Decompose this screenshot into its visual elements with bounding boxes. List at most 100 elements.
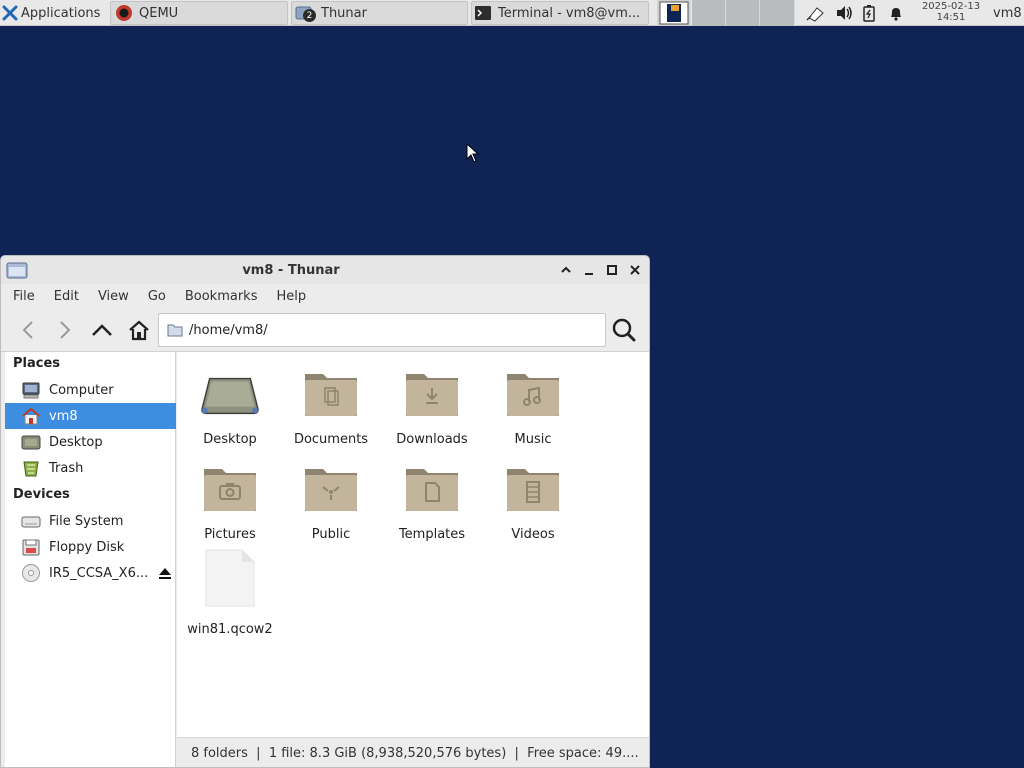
group-count-badge: 2 <box>303 9 316 22</box>
home-icon <box>129 320 149 341</box>
workspace-4[interactable] <box>760 0 795 26</box>
close-icon <box>630 265 640 275</box>
sidebar-item-desktop[interactable]: Desktop <box>5 429 176 455</box>
mouse-cursor-icon <box>466 143 480 163</box>
search-button[interactable] <box>609 315 639 345</box>
music-folder-icon <box>503 362 563 418</box>
title-bar[interactable]: vm8 - Thunar <box>1 256 649 284</box>
back-button[interactable] <box>14 315 44 345</box>
file-item[interactable]: Music <box>483 362 583 454</box>
maximize-icon <box>607 265 617 275</box>
task-label: Thunar <box>321 5 367 21</box>
applications-label: Applications <box>21 5 101 21</box>
applications-menu[interactable]: Applications ⋮ <box>2 0 108 26</box>
notification-bell-icon[interactable] <box>888 5 904 21</box>
task-terminal[interactable]: Terminal - vm8@vm... <box>471 1 649 25</box>
menu-edit[interactable]: Edit <box>42 289 86 304</box>
desktop-icon <box>21 432 41 452</box>
window-title: vm8 - Thunar <box>242 262 340 278</box>
menu-go[interactable]: Go <box>136 289 173 304</box>
thunar-group-icon: 2 <box>295 4 316 22</box>
file-item[interactable]: Videos <box>483 457 583 549</box>
file-item[interactable]: Documents <box>281 362 381 454</box>
public-folder-icon <box>301 457 361 513</box>
terminal-icon <box>474 4 492 22</box>
file-name: Desktop <box>203 432 257 447</box>
file-name: Videos <box>511 527 555 542</box>
file-name: Music <box>514 432 552 447</box>
file-item[interactable]: Public <box>281 457 381 549</box>
sidebar-item-label: Trash <box>49 460 84 476</box>
menu-help[interactable]: Help <box>264 289 313 304</box>
file-item[interactable]: Pictures <box>180 457 280 549</box>
menu-view[interactable]: View <box>86 289 136 304</box>
sidebar-item-vm8[interactable]: vm8 <box>5 403 176 429</box>
file-name: Downloads <box>396 432 468 447</box>
home-button[interactable] <box>124 315 154 345</box>
network-icon[interactable] <box>806 4 826 22</box>
parent-folder-button[interactable] <box>87 315 117 345</box>
file-name: Pictures <box>204 527 256 542</box>
arrow-up-icon <box>92 324 112 336</box>
search-icon <box>612 318 636 342</box>
sidebar-item-label: Floppy Disk <box>49 539 125 555</box>
workspace-3[interactable] <box>726 0 760 26</box>
minimize-button[interactable] <box>580 261 598 279</box>
roll-up-button[interactable] <box>557 261 575 279</box>
file-icon <box>200 549 260 608</box>
location-bar[interactable]: /home/vm8/ <box>158 313 606 347</box>
sidebar-item-trash[interactable]: Trash <box>5 455 176 481</box>
file-item[interactable]: Templates <box>382 457 482 549</box>
battery-icon[interactable] <box>862 4 876 22</box>
sidebar-item-computer[interactable]: Computer <box>5 377 176 403</box>
devices-header: Devices <box>13 487 70 502</box>
file-name: Templates <box>398 527 466 542</box>
qemu-icon <box>115 4 133 22</box>
chevron-up-icon <box>561 266 571 273</box>
videos-folder-icon <box>503 457 563 513</box>
file-item[interactable]: Downloads <box>382 362 482 454</box>
user-menu[interactable]: vm8 <box>993 0 1024 26</box>
task-qemu[interactable]: QEMU <box>110 1 288 25</box>
optical-disc-icon <box>21 563 41 583</box>
clock[interactable]: 2025-02-13 14:51 <box>914 1 988 25</box>
file-item[interactable]: Desktop <box>180 362 280 454</box>
volume-icon[interactable] <box>835 5 853 21</box>
close-button[interactable] <box>626 261 644 279</box>
file-name: Public <box>311 527 351 542</box>
clock-time: 14:51 <box>936 12 966 23</box>
sidebar-item-label: Computer <box>49 382 114 398</box>
sidebar-item-optical-disc[interactable]: IR5_CCSA_X6... <box>5 560 176 586</box>
thunar-window: vm8 - Thunar File Edit View Go Bookmarks… <box>0 255 650 768</box>
location-path: /home/vm8/ <box>189 322 268 338</box>
computer-icon <box>21 380 41 400</box>
task-thunar[interactable]: 2 Thunar <box>291 1 468 25</box>
user-name: vm8 <box>993 5 1022 21</box>
eject-icon[interactable] <box>158 565 172 581</box>
workspace-thumbnail-icon <box>659 1 689 25</box>
places-header: Places <box>13 356 61 371</box>
file-item[interactable]: win81.qcow2 <box>180 549 280 644</box>
menu-bar: File Edit View Go Bookmarks Help <box>1 284 649 308</box>
workspace-1[interactable] <box>657 0 691 26</box>
menu-file[interactable]: File <box>1 289 42 304</box>
maximize-button[interactable] <box>603 261 621 279</box>
pictures-folder-icon <box>200 457 260 513</box>
file-name: win81.qcow2 <box>187 622 273 637</box>
workspace-2[interactable] <box>692 0 726 26</box>
forward-button[interactable] <box>49 315 79 345</box>
sidebar-item-file-system[interactable]: File System <box>5 508 176 534</box>
templates-folder-icon <box>402 457 462 513</box>
file-icon-view[interactable]: Desktop Documents Downloads Music Pictur… <box>177 352 649 737</box>
arrow-left-icon <box>22 321 33 339</box>
floppy-icon <box>21 537 41 557</box>
desktop-folder-icon <box>200 362 260 418</box>
arrow-right-icon <box>60 321 71 339</box>
menu-bookmarks[interactable]: Bookmarks <box>173 289 265 304</box>
documents-folder-icon <box>301 362 361 418</box>
home-icon <box>21 406 41 426</box>
sidebar: Places Computer vm8 Desktop Trash Device… <box>5 352 176 767</box>
sidebar-item-floppy-disk[interactable]: Floppy Disk <box>5 534 176 560</box>
sidebar-item-label: IR5_CCSA_X6... <box>49 565 149 581</box>
xfce-logo-icon <box>2 5 18 21</box>
